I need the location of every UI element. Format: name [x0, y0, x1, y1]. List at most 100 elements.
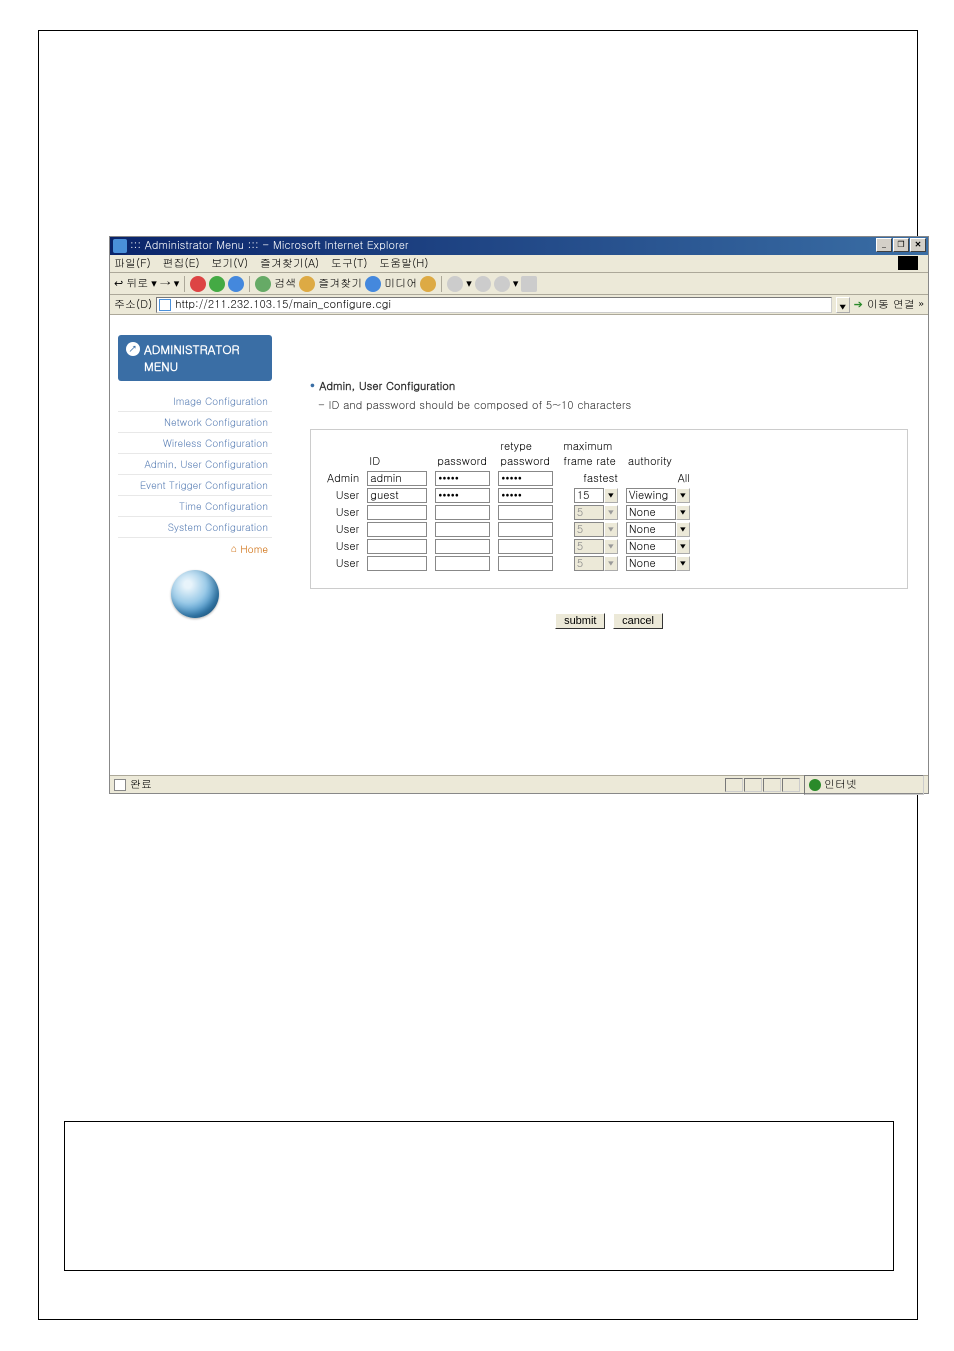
- menu-view[interactable]: 보기(V): [211, 256, 248, 271]
- stop-icon[interactable]: [190, 276, 206, 292]
- favorites-label[interactable]: 즐겨찾기: [318, 273, 362, 295]
- nav-network-config[interactable]: Network Configuration: [118, 412, 272, 433]
- user2-id-input[interactable]: [367, 505, 427, 520]
- authority-dropdown-icon[interactable]: ▼: [676, 488, 690, 503]
- title-bar: ::: Administrator Menu ::: - Microsoft I…: [110, 237, 928, 255]
- col-authority: authority: [622, 438, 694, 470]
- user4-id-input[interactable]: [367, 539, 427, 554]
- nav-system-config[interactable]: System Configuration: [118, 517, 272, 538]
- user3-id-input[interactable]: [367, 522, 427, 537]
- user3-retype-input[interactable]: [498, 522, 553, 537]
- cancel-button[interactable]: cancel: [613, 613, 663, 629]
- admin-retype-input[interactable]: [498, 471, 553, 486]
- print-icon[interactable]: [475, 276, 491, 292]
- user5-retype-input[interactable]: [498, 556, 553, 571]
- favorites-icon[interactable]: [299, 276, 315, 292]
- framerate-dropdown-icon[interactable]: ▼: [604, 488, 618, 503]
- discuss-icon[interactable]: [521, 276, 537, 292]
- user4-framerate-input: [574, 539, 604, 554]
- authority-dropdown-icon[interactable]: ▼: [676, 556, 690, 571]
- address-input[interactable]: http://211.232.103.15/main_configure.cgi: [156, 297, 831, 313]
- authority-dropdown-icon[interactable]: ▼: [676, 539, 690, 554]
- forward-arrow-icon[interactable]: →: [160, 273, 171, 295]
- menu-help[interactable]: 도움말(H): [379, 256, 428, 271]
- user4-password-input[interactable]: [435, 539, 490, 554]
- home-label: Home: [240, 542, 268, 556]
- user2-authority-select[interactable]: None: [626, 505, 676, 520]
- maximize-button[interactable]: ❐: [893, 238, 909, 252]
- go-arrow-icon[interactable]: ➔: [854, 295, 863, 315]
- nav-wireless-config[interactable]: Wireless Configuration: [118, 433, 272, 454]
- user4-authority-select[interactable]: None: [626, 539, 676, 554]
- media-icon[interactable]: [365, 276, 381, 292]
- col-password: password: [431, 438, 494, 470]
- edit-dropdown-icon[interactable]: ▾: [513, 273, 519, 295]
- user1-retype-input[interactable]: [498, 488, 553, 503]
- separator: [184, 276, 185, 292]
- media-label[interactable]: 미디어: [384, 273, 417, 295]
- history-icon[interactable]: [420, 276, 436, 292]
- user3-password-input[interactable]: [435, 522, 490, 537]
- authority-dropdown-icon[interactable]: ▼: [676, 505, 690, 520]
- row-label: User: [323, 521, 363, 538]
- nav-home[interactable]: ⌂ Home: [118, 538, 272, 560]
- row-label: User: [323, 504, 363, 521]
- user2-password-input[interactable]: [435, 505, 490, 520]
- user2-retype-input[interactable]: [498, 505, 553, 520]
- menu-file[interactable]: 파일(F): [114, 256, 151, 271]
- refresh-icon[interactable]: [209, 276, 225, 292]
- submit-button[interactable]: submit: [555, 613, 605, 629]
- admin-id-input[interactable]: [367, 471, 427, 486]
- button-row: submit cancel: [310, 613, 908, 629]
- user5-id-input[interactable]: [367, 556, 427, 571]
- nav-event-trigger-config[interactable]: Event Trigger Configuration: [118, 475, 272, 496]
- back-arrow-icon[interactable]: ↩: [114, 273, 123, 295]
- mail-dropdown-icon[interactable]: ▾: [466, 273, 472, 295]
- user-table: ID password retype password maximum fram…: [310, 429, 908, 589]
- address-url: http://211.232.103.15/main_configure.cgi: [175, 297, 391, 312]
- search-icon[interactable]: [255, 276, 271, 292]
- mail-icon[interactable]: [447, 276, 463, 292]
- nav-time-config[interactable]: Time Configuration: [118, 496, 272, 517]
- address-dropdown-icon[interactable]: ▼: [836, 297, 850, 313]
- nav-image-config[interactable]: Image Configuration: [118, 391, 272, 412]
- framerate-dropdown-icon: ▼: [604, 522, 618, 537]
- user5-authority-select[interactable]: None: [626, 556, 676, 571]
- forward-dropdown-icon[interactable]: ▾: [174, 273, 180, 295]
- status-bar: 완료 인터넷: [110, 775, 928, 793]
- minimize-button[interactable]: _: [876, 238, 892, 252]
- admin-framerate: fastest: [557, 470, 622, 487]
- row-user-4: User ▼ None▼: [323, 538, 694, 555]
- admin-password-input[interactable]: [435, 471, 490, 486]
- browser-window: ::: Administrator Menu ::: - Microsoft I…: [109, 236, 929, 794]
- address-bar: 주소(D) http://211.232.103.15/main_configu…: [110, 295, 928, 315]
- status-pane: [782, 778, 800, 792]
- sidebar: ↗ ADMINISTRATOR MENU Image Configuration…: [110, 315, 280, 775]
- back-dropdown-icon[interactable]: ▾: [151, 273, 157, 295]
- row-label: Admin: [323, 470, 363, 487]
- user4-retype-input[interactable]: [498, 539, 553, 554]
- nav-admin-user-config[interactable]: Admin, User Configuration: [118, 454, 272, 475]
- admin-menu-header: ↗ ADMINISTRATOR MENU: [118, 335, 272, 381]
- user1-framerate-input[interactable]: [574, 488, 604, 503]
- edit-icon[interactable]: [494, 276, 510, 292]
- status-page-icon: [114, 779, 126, 791]
- home-icon[interactable]: [228, 276, 244, 292]
- authority-dropdown-icon[interactable]: ▼: [676, 522, 690, 537]
- user1-id-input[interactable]: [367, 488, 427, 503]
- close-button[interactable]: ✕: [910, 238, 926, 252]
- row-user-2: User ▼ None▼: [323, 504, 694, 521]
- menu-tools[interactable]: 도구(T): [331, 256, 368, 271]
- go-label[interactable]: 이동: [867, 295, 889, 315]
- menu-edit[interactable]: 편집(E): [162, 256, 199, 271]
- user1-authority-select[interactable]: Viewing: [626, 488, 676, 503]
- menu-favorites[interactable]: 즐겨찾기(A): [260, 256, 319, 271]
- links-label[interactable]: 연결 »: [893, 295, 924, 315]
- user5-password-input[interactable]: [435, 556, 490, 571]
- search-label[interactable]: 검색: [274, 273, 296, 295]
- col-id: ID: [363, 438, 431, 470]
- status-pane: [763, 778, 781, 792]
- user3-authority-select[interactable]: None: [626, 522, 676, 537]
- user1-password-input[interactable]: [435, 488, 490, 503]
- back-label[interactable]: 뒤로: [126, 273, 148, 295]
